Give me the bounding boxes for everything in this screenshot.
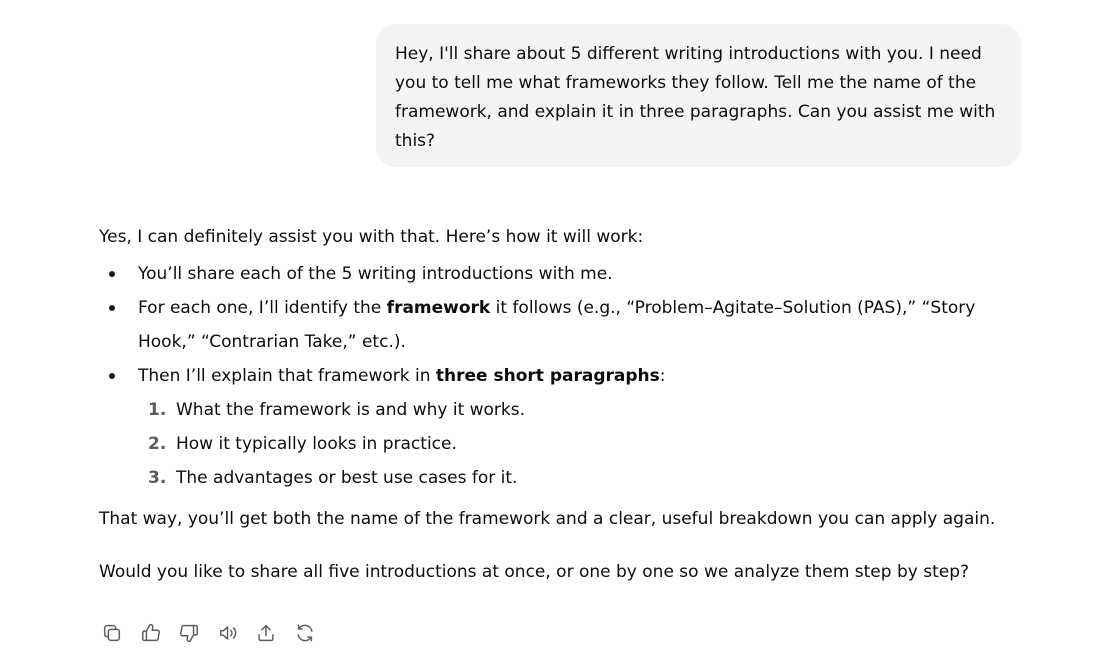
step-text: The advantages or best use cases for it. [176, 468, 518, 488]
share-button[interactable] [253, 620, 279, 646]
copy-icon [103, 624, 121, 642]
thumbs-up-icon [141, 623, 160, 642]
step-text: What the framework is and why it works. [176, 400, 526, 420]
thumbs-down-icon [180, 624, 198, 643]
step-number: 2. [148, 434, 167, 454]
copy-button[interactable] [99, 620, 125, 646]
step-item: 1. What the framework is and why it work… [138, 393, 1029, 427]
regenerate-button[interactable] [292, 620, 318, 646]
assistant-message: Yes, I can definitely assist you with th… [99, 222, 1029, 587]
bullet-text-before: Then I’ll explain that framework in [138, 366, 436, 386]
user-message-bubble: Hey, I'll share about 5 different writin… [376, 24, 1021, 167]
regenerate-icon [296, 624, 313, 642]
bullet-text-before: For each one, I’ll identify the [138, 298, 387, 318]
user-message-text: Hey, I'll share about 5 different writin… [395, 44, 996, 151]
bullet-dot [109, 271, 115, 277]
assistant-closing-question: Would you like to share all five introdu… [99, 562, 970, 582]
step-item: 3. The advantages or best use cases for … [138, 461, 1029, 495]
read-aloud-button[interactable] [215, 620, 241, 646]
numbered-step-list: 1. What the framework is and why it work… [138, 393, 1029, 495]
share-icon [258, 624, 274, 642]
step-number: 3. [148, 468, 167, 488]
bullet-bold-three-paragraphs: three short paragraphs [435, 366, 660, 386]
message-action-bar [99, 620, 330, 646]
bullet-dot [109, 305, 115, 311]
bullet-dot [109, 373, 115, 379]
bullet-item-identify: For each one, I’ll identify the framewor… [99, 291, 1029, 359]
assistant-bullet-list: You’ll share each of the 5 writing intro… [99, 257, 1029, 495]
bullet-item-share: You’ll share each of the 5 writing intro… [99, 257, 1029, 291]
bullet-bold-framework: framework [386, 298, 491, 318]
assistant-intro: Yes, I can definitely assist you with th… [99, 227, 644, 247]
bullet-text: You’ll share each of the 5 writing intro… [138, 264, 613, 284]
step-item: 2. How it typically looks in practice. [138, 427, 1029, 461]
bullet-text-after: : [659, 366, 666, 386]
read-aloud-icon [219, 626, 236, 640]
assistant-closing-summary: That way, you’ll get both the name of th… [99, 509, 996, 529]
bullet-item-explain: Then I’ll explain that framework in thre… [99, 359, 1029, 495]
step-number: 1. [148, 400, 167, 420]
bad-response-button[interactable] [176, 620, 202, 646]
step-text: How it typically looks in practice. [176, 434, 457, 454]
good-response-button[interactable] [138, 620, 164, 646]
